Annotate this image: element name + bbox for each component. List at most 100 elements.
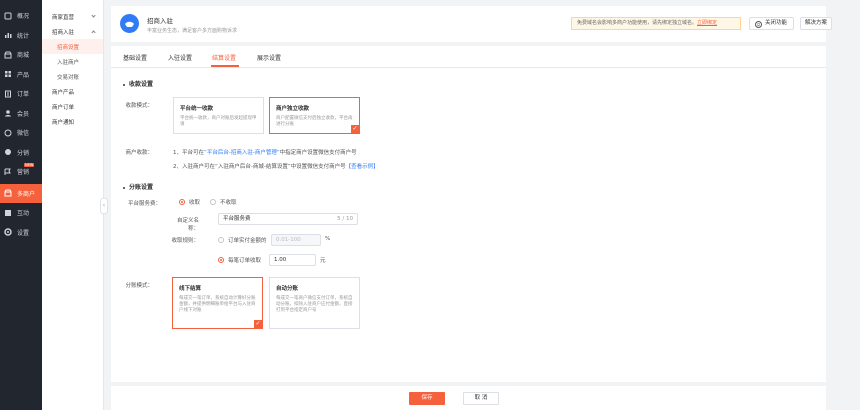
settings-icon — [4, 228, 12, 236]
tab-settlement[interactable]: 结算设置 — [212, 53, 236, 62]
save-button[interactable]: 保存 — [409, 392, 445, 405]
char-count: 5 / 10 — [337, 216, 353, 222]
notice-text: 免费域名会影响多商户功能使用，请先绑定独立域名。 — [577, 20, 698, 26]
subnav-label: 交易对账 — [57, 74, 80, 81]
card-desc: 平台统一收款，商户对账后发起提现申请 — [180, 116, 257, 127]
subnav-label: 招商设置 — [57, 44, 80, 51]
settings-panel: 基础设置 入驻设置 结算设置 展示设置 收款设置 收款模式： 平台统一收款 平台… — [111, 46, 826, 382]
nav-multi-merchant[interactable]: 多商户 — [0, 183, 42, 203]
subnav-notify[interactable]: 商户通知 — [42, 114, 103, 129]
card-desc: 商户配置微信支付后独立收款，平台再进行分账 — [276, 116, 353, 127]
main-sidebar: 概况 统计 商城 产品 订单 会员 微信 分销 营销 NEW 多商户 互动 设置 — [0, 0, 42, 410]
nav-label: 订单 — [17, 91, 30, 99]
subnav-products[interactable]: 商户产品 — [42, 84, 103, 99]
invest-logo-icon — [120, 14, 139, 33]
card-desc: 每成交一笔商户微信支付订单，系统自动分账，扣除入驻商户应付金额，直接打到平台指定… — [276, 296, 353, 313]
bind-domain-link[interactable]: 立即绑定 — [697, 20, 717, 26]
card-desc: 每成交一笔订单，系统自动计算好分账金额，并提供明细账单给平台与入驻商户线下对账 — [179, 296, 256, 313]
subnav-invest[interactable]: 招商入驻 — [42, 24, 103, 39]
tab-display[interactable]: 展示设置 — [257, 53, 281, 62]
marketing-icon — [4, 168, 12, 176]
tab-join[interactable]: 入驻设置 — [168, 53, 192, 62]
radio-rule-fixed[interactable]: 每笔订单收取 — [218, 256, 261, 264]
nav-shop[interactable]: 商城 — [0, 45, 42, 65]
radio-dot — [179, 199, 185, 205]
wechat-icon — [4, 129, 12, 137]
nav-label: 多商户 — [17, 190, 36, 198]
radio-dot — [218, 257, 224, 263]
tab-bar: 基础设置 入驻设置 结算设置 展示设置 — [111, 46, 826, 68]
radio-fee-charge[interactable]: 收取 — [179, 198, 200, 206]
radio-fee-free[interactable]: 不收取 — [210, 198, 237, 206]
nav-settings[interactable]: 设置 — [0, 223, 42, 243]
nav-marketing[interactable]: 营销 NEW — [0, 162, 42, 182]
split-section-title: 分账设置 — [123, 182, 153, 191]
radio-label: 每笔订单收取 — [228, 258, 262, 264]
subnav-label: 招商入驻 — [52, 29, 75, 36]
multi-merchant-icon — [4, 189, 12, 197]
new-badge: NEW — [24, 163, 35, 167]
nav-label: 会员 — [17, 110, 30, 118]
card-title: 线下结算 — [179, 286, 202, 292]
ratio-input[interactable]: 0.01-100 — [271, 234, 321, 246]
subnav-merchants[interactable]: 入驻商户 — [42, 54, 103, 69]
page-description: 丰富业务生态，满足客户多方面购物诉求 — [147, 28, 238, 34]
nav-label: 产品 — [17, 71, 30, 79]
fixed-fee-input[interactable]: 1.00 — [269, 254, 316, 266]
subnav-direct[interactable]: 商家直营 — [42, 9, 103, 24]
radio-label: 订单实付金额的 — [228, 238, 267, 244]
nav-interact[interactable]: 互动 — [0, 203, 42, 223]
nav-label: 概况 — [17, 13, 30, 21]
ratio-unit: % — [325, 236, 331, 242]
overview-icon — [4, 12, 12, 20]
subnav-label: 商户产品 — [52, 89, 75, 96]
shop-icon — [4, 51, 12, 59]
input-placeholder: 0.01-100 — [276, 237, 301, 243]
card-auto-split[interactable]: 自动分账 每成交一笔商户微信支付订单，系统自动分账，扣除入驻商户应付金额，直接打… — [269, 277, 360, 329]
collapse-sidebar-button[interactable]: ‹ — [100, 198, 108, 214]
subnav-label: 商户订单 — [52, 104, 75, 111]
member-icon — [4, 109, 12, 117]
subnav-reconcile[interactable]: 交易对账 — [42, 69, 103, 84]
view-example-link[interactable]: 【查看示例】 — [346, 164, 379, 170]
merchant-collect-line1: 1、平台可在“平台后台-招商入驻-商户管理”中指定商户设置微信支付商户号 — [173, 148, 357, 156]
card-platform-collect[interactable]: 平台统一收款 平台统一收款，商户对账后发起提现申请 — [173, 97, 264, 134]
nav-product[interactable]: 产品 — [0, 65, 42, 85]
radio-dot — [218, 237, 224, 243]
sub-sidebar: 商家直营 招商入驻 招商设置 入驻商户 交易对账 商户产品 商户订单 商户通知 — [42, 0, 104, 410]
line1-post: 中指定商户设置微信支付商户号 — [279, 150, 357, 156]
nav-member[interactable]: 会员 — [0, 104, 42, 124]
nav-label: 营销 — [17, 169, 30, 177]
nav-order[interactable]: 订单 — [0, 84, 42, 104]
check-icon: ✓ — [351, 125, 359, 133]
domain-notice: 免费域名会影响多商户功能使用，请先绑定独立域名。立即绑定 — [571, 17, 741, 30]
cancel-button[interactable]: 取 消 — [463, 392, 499, 405]
radio-label: 收取 — [189, 200, 201, 206]
radio-rule-ratio[interactable]: 订单实付金额的 — [218, 236, 267, 244]
radio-dot — [210, 199, 216, 205]
subnav-invest-settings[interactable]: 招商设置 — [42, 39, 103, 54]
nav-label: 统计 — [17, 32, 30, 40]
nav-label: 互动 — [17, 210, 30, 218]
page-title: 招商入驻 — [147, 17, 173, 25]
nav-stats[interactable]: 统计 — [0, 26, 42, 46]
tab-basic[interactable]: 基础设置 — [123, 53, 147, 62]
card-merchant-collect[interactable]: 商户独立收款 商户配置微信支付后独立收款，平台再进行分账 ✓ — [269, 97, 360, 134]
solution-button[interactable]: 解决方案 — [800, 17, 832, 30]
nav-label: 商城 — [17, 52, 30, 60]
subnav-orders[interactable]: 商户订单 — [42, 99, 103, 114]
close-feature-button[interactable]: ⏻ 关闭功能 — [749, 17, 794, 30]
card-offline-settle[interactable]: 线下结算 每成交一笔订单，系统自动计算好分账金额，并提供明细账单给平台与入驻商户… — [172, 277, 263, 329]
close-feature-label: 关闭功能 — [765, 20, 788, 26]
subnav-label: 商户通知 — [52, 119, 75, 126]
card-title: 商户独立收款 — [276, 106, 310, 112]
distribution-icon — [4, 148, 12, 156]
nav-distribution[interactable]: 分销 — [0, 143, 42, 163]
input-value: 平台服务费 — [223, 216, 251, 222]
custom-name-input[interactable]: 平台服务费 5 / 10 — [218, 213, 358, 225]
merchant-manage-link[interactable]: “平台后台-招商入驻-商户管理” — [204, 150, 280, 156]
fixed-fee-unit: 元 — [320, 258, 326, 264]
nav-wechat[interactable]: 微信 — [0, 123, 42, 143]
nav-overview[interactable]: 概况 — [0, 6, 42, 26]
service-fee-label: 平台服务费： — [127, 201, 161, 207]
